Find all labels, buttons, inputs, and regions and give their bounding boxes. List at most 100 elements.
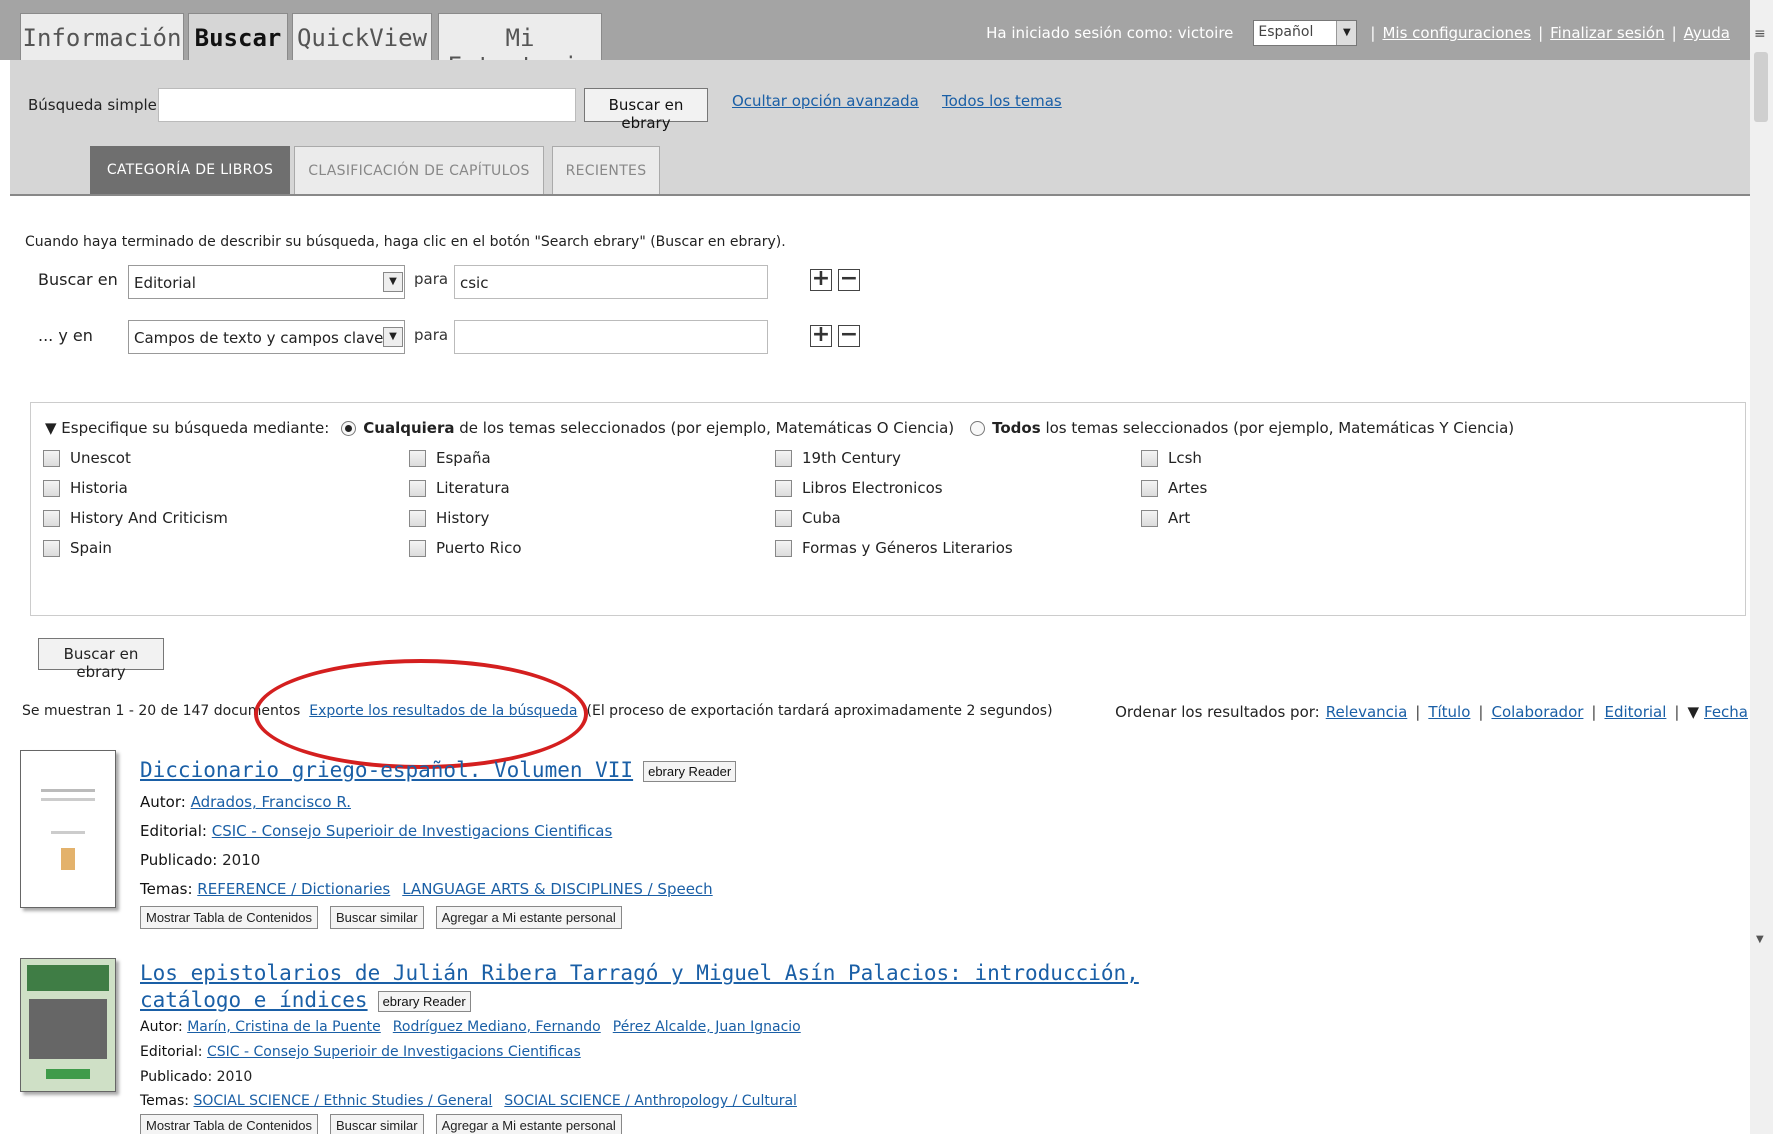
checkbox-box[interactable] bbox=[43, 509, 60, 527]
author-link[interactable]: Marín, Cristina de la Puente bbox=[187, 1019, 381, 1035]
topic-checkbox-label: Spain bbox=[70, 539, 112, 557]
all-topics-radio[interactable] bbox=[970, 420, 986, 436]
chevron-down-icon[interactable]: ▼ bbox=[1336, 21, 1357, 45]
checkbox-box[interactable] bbox=[775, 539, 792, 557]
checkbox-box[interactable] bbox=[775, 509, 792, 527]
checkbox-box[interactable] bbox=[409, 539, 426, 557]
row1-term-input[interactable]: csic bbox=[454, 265, 768, 299]
topic-checkbox-label: Art bbox=[1168, 509, 1191, 527]
tab-mi-estanteria[interactable]: Mi Estanteria bbox=[438, 13, 602, 80]
topic-checkbox[interactable]: Artes bbox=[1141, 479, 1207, 497]
topic-checkbox[interactable]: Lcsh bbox=[1141, 449, 1202, 467]
scrollbar-thumb[interactable] bbox=[1754, 52, 1768, 122]
add-to-shelf-button[interactable]: Agregar a Mi estante personal bbox=[435, 1114, 622, 1134]
topic-checkbox-label: History bbox=[436, 509, 490, 527]
find-similar-button[interactable]: Buscar similar bbox=[329, 1114, 424, 1134]
topic-checkbox[interactable]: 19th Century bbox=[775, 449, 901, 467]
topic-link[interactable]: SOCIAL SCIENCE / Ethnic Studies / Genera… bbox=[193, 1093, 492, 1109]
tab-informacion[interactable]: Información bbox=[20, 13, 184, 61]
settings-link[interactable]: Mis configuraciones bbox=[1382, 24, 1531, 42]
sort-date[interactable]: Fecha bbox=[1704, 703, 1748, 721]
publisher-link[interactable]: CSIC - Consejo Superioir de Investigacio… bbox=[207, 1044, 581, 1060]
add-row-icon[interactable]: + bbox=[810, 324, 832, 347]
ebrary-reader-button[interactable]: ebrary Reader bbox=[643, 760, 737, 782]
topic-checkbox[interactable]: Formas y Géneros Literarios bbox=[775, 539, 1013, 557]
topic-checkbox[interactable]: Cuba bbox=[775, 509, 841, 527]
checkbox-box[interactable] bbox=[43, 539, 60, 557]
add-row-icon[interactable]: + bbox=[810, 268, 832, 291]
topic-checkbox[interactable]: Literatura bbox=[409, 479, 510, 497]
checkbox-box[interactable] bbox=[409, 449, 426, 467]
topic-checkbox-label: Lcsh bbox=[1168, 449, 1202, 467]
hide-advanced-link[interactable]: Ocultar opción avanzada bbox=[732, 92, 919, 110]
sort-publisher[interactable]: Editorial bbox=[1604, 703, 1666, 721]
result-title-link[interactable]: catálogo e índices bbox=[140, 988, 368, 1012]
author-link[interactable]: Rodríguez Mediano, Fernando bbox=[393, 1019, 601, 1035]
checkbox-box[interactable] bbox=[1141, 449, 1158, 467]
remove-row-icon[interactable]: − bbox=[838, 268, 860, 291]
subtab-chapter-classification[interactable]: CLASIFICACIÓN DE CAPÍTULOS bbox=[294, 146, 544, 196]
topic-checkbox[interactable]: España bbox=[409, 449, 491, 467]
simple-search-input[interactable] bbox=[158, 88, 576, 122]
author-link[interactable]: Adrados, Francisco R. bbox=[191, 793, 351, 811]
filter-heading-row: ▼ Especifique su búsqueda mediante: Cual… bbox=[45, 419, 1514, 437]
simple-search-button[interactable]: Buscar en ebrary bbox=[584, 88, 708, 132]
find-similar-button[interactable]: Buscar similar bbox=[329, 906, 424, 929]
search-ebrary-button[interactable]: Buscar en ebrary bbox=[38, 638, 164, 681]
sort-title[interactable]: Título bbox=[1428, 703, 1470, 721]
ebrary-reader-button[interactable]: ebrary Reader bbox=[377, 990, 471, 1012]
topic-link[interactable]: REFERENCE / Dictionaries bbox=[197, 880, 390, 898]
language-select[interactable]: Español ▼ bbox=[1253, 20, 1358, 46]
sort-direction-icon[interactable]: ▼ bbox=[1687, 703, 1699, 721]
add-to-shelf-button[interactable]: Agregar a Mi estante personal bbox=[435, 906, 622, 929]
checkbox-box[interactable] bbox=[1141, 509, 1158, 527]
language-value: Español bbox=[1258, 24, 1314, 40]
book-cover-thumbnail[interactable] bbox=[20, 958, 116, 1092]
author-link[interactable]: Pérez Alcalde, Juan Ignacio bbox=[613, 1019, 801, 1035]
chevron-down-icon[interactable]: ▼ bbox=[383, 272, 403, 292]
result-title-link[interactable]: Los epistolarios de Julián Ribera Tarrag… bbox=[140, 961, 1139, 985]
topic-checkbox[interactable]: Unescot bbox=[43, 449, 131, 467]
checkbox-box[interactable] bbox=[775, 449, 792, 467]
all-topics-link[interactable]: Todos los temas bbox=[942, 92, 1062, 110]
show-toc-button[interactable]: Mostrar Tabla de Contenidos bbox=[140, 1114, 318, 1134]
topic-checkbox[interactable]: History bbox=[409, 509, 489, 527]
topic-link[interactable]: SOCIAL SCIENCE / Anthropology / Cultural bbox=[504, 1093, 797, 1109]
publisher-link[interactable]: CSIC - Consejo Superioir de Investigacio… bbox=[212, 822, 613, 840]
topic-checkbox[interactable]: Spain bbox=[43, 539, 112, 557]
scroll-down-icon[interactable]: ▼ bbox=[1756, 934, 1764, 945]
remove-row-icon[interactable]: − bbox=[838, 324, 860, 347]
page-scrollbar[interactable]: ≡ ▼ bbox=[1750, 0, 1773, 1134]
checkbox-box[interactable] bbox=[775, 479, 792, 497]
chevron-down-icon[interactable]: ▼ bbox=[383, 327, 403, 347]
row1-field-select[interactable]: Editorial ▼ bbox=[128, 265, 405, 299]
book-cover-thumbnail[interactable] bbox=[20, 750, 116, 908]
checkbox-box[interactable] bbox=[409, 479, 426, 497]
topic-link[interactable]: LANGUAGE ARTS & DISCIPLINES / Speech bbox=[402, 880, 712, 898]
row2-para-label: para bbox=[414, 326, 449, 344]
logout-link[interactable]: Finalizar sesión bbox=[1550, 24, 1664, 42]
result-title-link[interactable]: Diccionario griego-español. Volumen VII bbox=[140, 758, 633, 782]
sort-relevance[interactable]: Relevancia bbox=[1326, 703, 1408, 721]
tab-quickview[interactable]: QuickView bbox=[292, 13, 432, 61]
topic-checkbox[interactable]: History And Criticism bbox=[43, 509, 228, 527]
sort-contributor[interactable]: Colaborador bbox=[1491, 703, 1583, 721]
subtab-recent[interactable]: RECIENTES bbox=[552, 146, 660, 196]
row2-field-select[interactable]: Campos de texto y campos clave ▼ bbox=[128, 320, 405, 354]
topic-checkbox[interactable]: Historia bbox=[43, 479, 128, 497]
topic-checkbox[interactable]: Puerto Rico bbox=[409, 539, 522, 557]
subtab-book-category[interactable]: CATEGORÍA DE LIBROS bbox=[90, 146, 290, 196]
filter-heading[interactable]: ▼ Especifique su búsqueda mediante: bbox=[45, 419, 329, 437]
checkbox-box[interactable] bbox=[409, 509, 426, 527]
checkbox-box[interactable] bbox=[43, 479, 60, 497]
help-link[interactable]: Ayuda bbox=[1684, 24, 1730, 42]
row2-term-input[interactable] bbox=[454, 320, 768, 354]
show-toc-button[interactable]: Mostrar Tabla de Contenidos bbox=[140, 906, 318, 929]
any-topics-radio[interactable] bbox=[341, 420, 357, 436]
topic-checkbox[interactable]: Art bbox=[1141, 509, 1190, 527]
checkbox-box[interactable] bbox=[43, 449, 60, 467]
export-note: (El proceso de exportación tardará aprox… bbox=[586, 703, 1053, 719]
topic-checkbox[interactable]: Libros Electronicos bbox=[775, 479, 943, 497]
tab-buscar[interactable]: Buscar bbox=[188, 13, 288, 62]
checkbox-box[interactable] bbox=[1141, 479, 1158, 497]
